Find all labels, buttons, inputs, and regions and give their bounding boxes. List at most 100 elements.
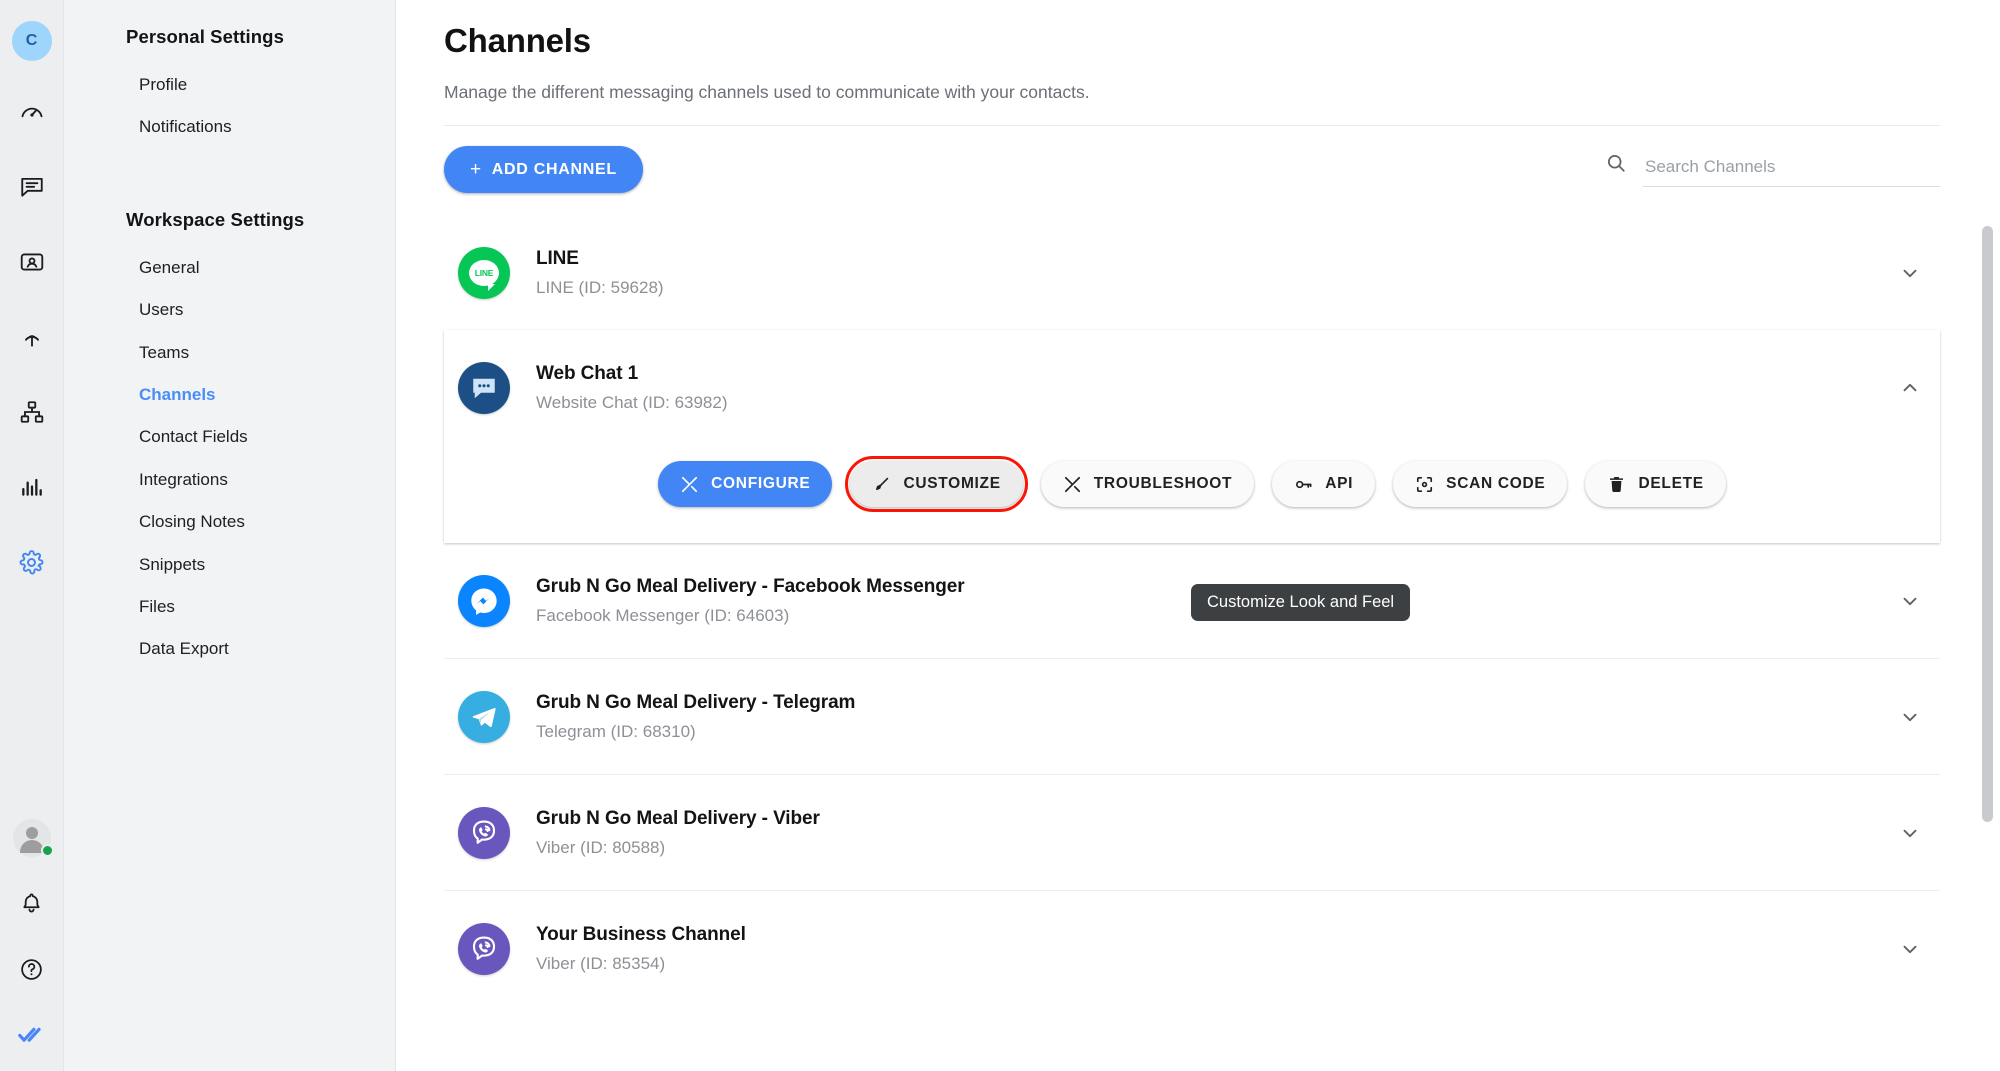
channel-meta: LINE (ID: 59628) — [536, 277, 664, 297]
channel-name: LINE — [536, 247, 579, 269]
tools-icon — [1063, 475, 1082, 494]
add-channel-button[interactable]: + ADD CHANNEL — [444, 146, 643, 193]
trash-icon — [1607, 475, 1626, 494]
search-channels-group — [1605, 152, 1940, 187]
settings-icon[interactable] — [10, 540, 54, 584]
channel-row[interactable]: Your Business Channel Viber (ID: 85354) — [444, 891, 1940, 1006]
scan-code-label: SCAN CODE — [1446, 475, 1546, 492]
sidebar-item-contact-fields[interactable]: Contact Fields — [64, 416, 395, 458]
facebook-messenger-icon — [458, 574, 510, 627]
sidebar-section-workspace-settings: Workspace Settings — [126, 208, 305, 230]
page-title: Channels — [444, 22, 591, 59]
key-icon — [1294, 475, 1313, 494]
channel-name: Grub N Go Meal Delivery - Viber — [536, 807, 820, 829]
app-icon-rail: C — [0, 0, 64, 1071]
channel-meta: Viber (ID: 80588) — [536, 837, 666, 857]
channel-card-line: LINE LINE LINE (ID: 59628) — [444, 215, 1940, 330]
add-channel-label: ADD CHANNEL — [491, 160, 617, 178]
sidebar-item-users[interactable]: Users — [64, 289, 395, 331]
search-input[interactable] — [1643, 156, 1940, 178]
search-field-wrapper — [1643, 156, 1940, 187]
dashboard-icon[interactable] — [10, 90, 54, 134]
sidebar-item-teams[interactable]: Teams — [64, 332, 395, 374]
chevron-down-icon[interactable] — [1890, 697, 1930, 737]
header-divider — [444, 125, 1940, 126]
chevron-down-icon[interactable] — [1890, 253, 1930, 293]
viber-icon — [458, 922, 510, 975]
search-icon[interactable] — [1605, 152, 1627, 187]
sidebar-item-channels[interactable]: Channels — [64, 374, 395, 416]
chevron-up-icon[interactable] — [1890, 368, 1930, 408]
customize-tooltip: Customize Look and Feel — [1191, 584, 1411, 621]
customize-label: CUSTOMIZE — [903, 475, 1001, 492]
channel-card-viber: Grub N Go Meal Delivery - Viber Viber (I… — [444, 774, 1940, 890]
sidebar-item-data-export[interactable]: Data Export — [64, 628, 395, 670]
delete-button[interactable]: DELETE — [1585, 461, 1726, 507]
user-status-avatar[interactable] — [12, 819, 54, 857]
telegram-icon — [458, 690, 510, 743]
sidebar-item-files[interactable]: Files — [64, 586, 395, 628]
sidebar-item-general[interactable]: General — [64, 247, 395, 289]
viber-icon — [458, 806, 510, 859]
page-subtitle: Manage the different messaging channels … — [444, 82, 1090, 102]
bell-icon[interactable] — [10, 881, 54, 925]
sidebar-item-snippets[interactable]: Snippets — [64, 544, 395, 586]
line-icon: LINE — [458, 246, 510, 299]
channel-card-your-business-channel: Your Business Channel Viber (ID: 85354) — [444, 890, 1940, 1006]
api-label: API — [1325, 475, 1354, 492]
customize-button[interactable]: CUSTOMIZE — [845, 456, 1028, 512]
channel-name: Your Business Channel — [536, 923, 746, 945]
sidebar-item-closing-notes[interactable]: Closing Notes — [64, 501, 395, 543]
plus-icon: + — [470, 159, 482, 180]
broadcast-icon[interactable] — [10, 315, 54, 359]
channel-row[interactable]: Grub N Go Meal Delivery - Telegram Teleg… — [444, 659, 1940, 774]
chevron-down-icon[interactable] — [1890, 813, 1930, 853]
channel-name: Web Chat 1 — [536, 362, 639, 384]
conversations-icon[interactable] — [10, 165, 54, 209]
chevron-down-icon[interactable] — [1890, 929, 1930, 969]
channel-row[interactable]: LINE LINE LINE (ID: 59628) — [444, 215, 1940, 330]
channel-name: Grub N Go Meal Delivery - Telegram — [536, 691, 856, 713]
channel-text: LINE LINE (ID: 59628) — [536, 248, 1890, 298]
channel-text: Web Chat 1 Website Chat (ID: 63982) — [536, 363, 1890, 413]
channel-row[interactable]: Grub N Go Meal Delivery - Viber Viber (I… — [444, 775, 1940, 890]
troubleshoot-button[interactable]: TROUBLESHOOT — [1040, 461, 1255, 507]
tools-icon — [680, 475, 699, 494]
sidebar-item-integrations[interactable]: Integrations — [64, 459, 395, 501]
configure-button[interactable]: CONFIGURE — [658, 461, 833, 507]
reports-icon[interactable] — [10, 465, 54, 509]
channel-meta: Viber (ID: 85354) — [536, 953, 666, 973]
configure-label: CONFIGURE — [711, 475, 811, 492]
help-icon[interactable] — [10, 947, 54, 991]
main-content: Channels Manage the different messaging … — [396, 0, 2000, 1071]
channel-row[interactable]: Web Chat 1 Website Chat (ID: 63982) — [444, 330, 1940, 445]
channel-text: Grub N Go Meal Delivery - Telegram Teleg… — [536, 692, 1890, 742]
channels-toolbar: + ADD CHANNEL — [444, 146, 2000, 193]
avatar-body — [19, 840, 44, 853]
avatar-head — [25, 827, 38, 839]
delete-label: DELETE — [1638, 475, 1704, 492]
content-scrollbar[interactable] — [1982, 226, 1993, 822]
channel-actions: CONFIGURE CUSTOMIZE TROUBLESHOOT API SCA… — [444, 445, 1940, 543]
scan-code-button[interactable]: SCAN CODE — [1393, 461, 1568, 507]
website-chat-icon — [458, 361, 510, 414]
brand-logo-icon[interactable] — [10, 1013, 54, 1057]
settings-sidebar: Personal Settings Profile Notifications … — [64, 0, 396, 1071]
channel-meta: Website Chat (ID: 63982) — [536, 392, 728, 412]
sidebar-item-profile[interactable]: Profile — [64, 64, 395, 106]
brush-icon — [872, 475, 891, 494]
channel-card-web-chat-1: Web Chat 1 Website Chat (ID: 63982) CONF… — [444, 330, 1940, 543]
chevron-down-icon[interactable] — [1890, 581, 1930, 621]
channel-card-telegram: Grub N Go Meal Delivery - Telegram Teleg… — [444, 658, 1940, 774]
channel-text: Your Business Channel Viber (ID: 85354) — [536, 924, 1890, 974]
troubleshoot-label: TROUBLESHOOT — [1093, 475, 1233, 492]
qr-scan-icon — [1415, 475, 1434, 494]
contacts-icon[interactable] — [10, 240, 54, 284]
rail-bottom-group — [0, 819, 63, 1057]
workspace-avatar[interactable]: C — [11, 21, 52, 61]
workflows-icon[interactable] — [10, 390, 54, 434]
sidebar-item-notifications[interactable]: Notifications — [64, 106, 395, 148]
channel-text: Grub N Go Meal Delivery - Viber Viber (I… — [536, 808, 1890, 858]
workspace-avatar-initial: C — [25, 32, 38, 49]
api-button[interactable]: API — [1272, 461, 1376, 507]
